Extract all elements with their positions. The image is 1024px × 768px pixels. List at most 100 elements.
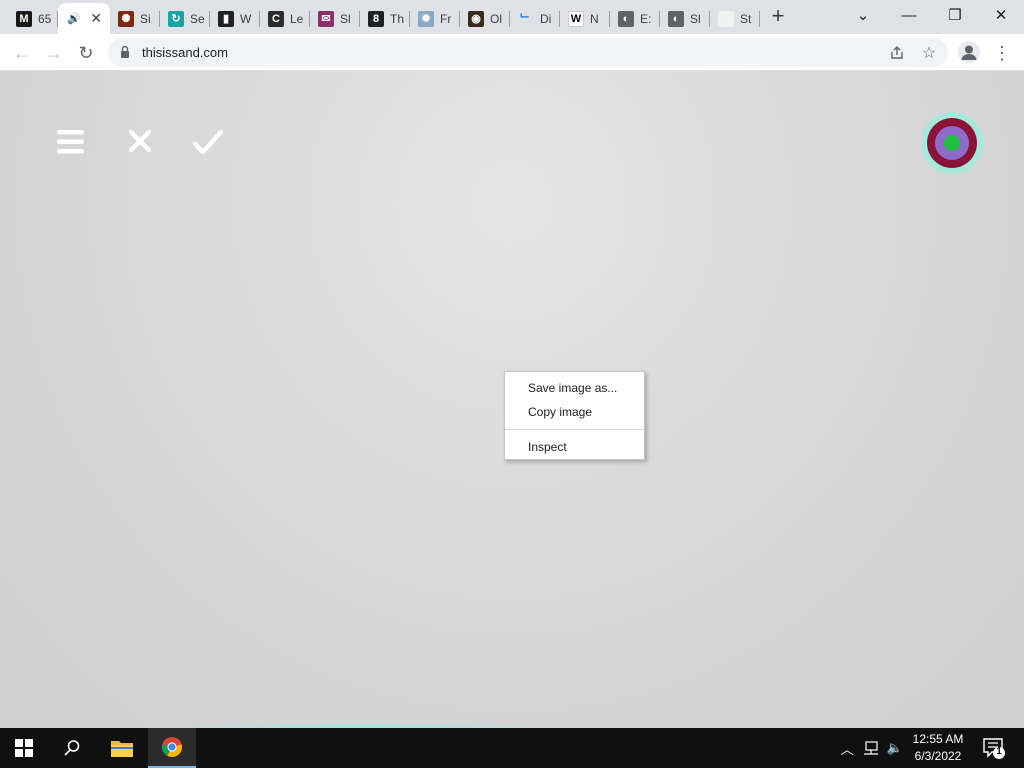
browser-tab[interactable]: M 65 bbox=[8, 3, 58, 34]
close-window-button[interactable]: ✕ bbox=[978, 0, 1024, 30]
chevron-down-icon: ⌄ bbox=[856, 7, 870, 24]
tab-title: N bbox=[590, 11, 599, 26]
taskbar: ︿ 🔈 12:55 AM 6/3/2022 1 bbox=[0, 728, 1024, 768]
context-separator bbox=[505, 429, 644, 430]
address-bar[interactable]: thisissand.com ☆ bbox=[108, 38, 948, 67]
reload-icon: ↻ bbox=[78, 42, 94, 63]
notification-count: 1 bbox=[996, 746, 1002, 757]
tab-title: W bbox=[240, 11, 252, 26]
browser-toolbar: ← → ↻ thisissand.com ☆ ⋮ bbox=[0, 34, 1024, 71]
network-icon bbox=[864, 741, 878, 755]
tab-favicon-icon: ✺ bbox=[118, 10, 134, 27]
tab-title: St bbox=[740, 11, 752, 26]
tab-search-button[interactable]: ⌄ bbox=[840, 0, 886, 30]
tab-favicon-icon: M bbox=[16, 10, 32, 27]
clock-date: 6/3/2022 bbox=[914, 749, 962, 763]
audio-playing-icon: 🔊 bbox=[67, 13, 81, 25]
context-menu: Save image as... Copy image Inspect bbox=[504, 371, 645, 460]
context-save-image[interactable]: Save image as... bbox=[505, 376, 644, 400]
browser-tab[interactable]: ◐ E: bbox=[610, 3, 660, 34]
reload-button[interactable]: ↻ bbox=[73, 40, 99, 66]
tab-favicon-icon: ◉ bbox=[468, 10, 484, 27]
arrow-left-icon: ← bbox=[13, 42, 31, 63]
browser-tab[interactable]: St bbox=[710, 3, 760, 34]
close-icon bbox=[128, 129, 152, 153]
close-tab-icon[interactable]: ✕ bbox=[90, 10, 102, 27]
profile-button[interactable] bbox=[958, 41, 980, 63]
context-inspect[interactable]: Inspect bbox=[505, 435, 644, 459]
share-icon bbox=[891, 46, 903, 59]
clear-button[interactable] bbox=[122, 124, 158, 160]
network-button[interactable] bbox=[861, 738, 881, 758]
tab-favicon-icon: ◐ bbox=[668, 10, 684, 27]
windows-icon bbox=[15, 739, 33, 757]
browser-tab[interactable]: ◐ Sl bbox=[660, 3, 710, 34]
start-button[interactable] bbox=[0, 728, 48, 768]
tab-favicon-icon: ﹂ bbox=[518, 10, 534, 27]
search-icon bbox=[64, 740, 80, 756]
arrow-right-icon: → bbox=[45, 42, 63, 63]
star-icon: ☆ bbox=[921, 45, 937, 62]
tab-title: E: bbox=[640, 11, 652, 26]
browser-tab[interactable]: ✉ Sl bbox=[310, 3, 360, 34]
tab-list: M 65 🔊 ✕ ✺ Si ↻ Se ▮ W C Le ✉ Sl 8 Th ✹ Fr ◉ Ol ﹂ Di W N ◐ E: ◐ Sl S… bbox=[8, 3, 760, 34]
tab-title: Le bbox=[290, 11, 304, 26]
tab-favicon-icon: ◐ bbox=[618, 10, 634, 27]
tab-favicon-icon bbox=[718, 10, 734, 27]
browser-tab[interactable]: WN bbox=[560, 3, 610, 34]
browser-tab[interactable]: ✹ Fr bbox=[410, 3, 460, 34]
tab-strip: M 65 🔊 ✕ ✺ Si ↻ Se ▮ W C Le ✉ Sl 8 Th ✹ Fr ◉ Ol ﹂ Di W N ◐ E: ◐ Sl S… bbox=[0, 0, 1024, 34]
share-button[interactable] bbox=[886, 42, 908, 64]
tab-title: Di bbox=[540, 11, 552, 26]
color-picker-button[interactable] bbox=[920, 111, 984, 175]
tab-title: Se bbox=[190, 11, 205, 26]
back-button[interactable]: ← bbox=[9, 40, 35, 66]
tab-title: Si bbox=[140, 11, 151, 26]
tab-favicon-icon: 8 bbox=[368, 10, 384, 27]
new-tab-button[interactable]: + bbox=[766, 5, 790, 29]
context-copy-image[interactable]: Copy image bbox=[505, 400, 644, 424]
check-icon bbox=[192, 129, 224, 155]
chrome-icon bbox=[161, 737, 183, 758]
browser-tab[interactable]: 🔊 ✕ bbox=[58, 3, 110, 34]
restore-icon: ❐ bbox=[948, 7, 962, 24]
hamburger-icon bbox=[57, 130, 84, 154]
browser-tab[interactable]: ✺ Si bbox=[110, 3, 160, 34]
browser-tab[interactable]: ﹂ Di bbox=[510, 3, 560, 34]
forward-button[interactable]: → bbox=[41, 40, 67, 66]
system-clock[interactable]: 12:55 AM 6/3/2022 bbox=[906, 731, 970, 765]
lock-icon bbox=[121, 45, 129, 58]
sand-canvas[interactable]: Save image as... Copy image Inspect bbox=[0, 71, 1024, 728]
action-center-button[interactable]: 1 bbox=[982, 736, 1006, 760]
kebab-menu-icon: ⋮ bbox=[993, 42, 1011, 63]
bookmark-button[interactable]: ☆ bbox=[918, 42, 940, 64]
maximize-button[interactable]: ❐ bbox=[932, 0, 978, 30]
chrome-taskbar-button[interactable] bbox=[148, 728, 196, 768]
volume-button[interactable]: 🔈 bbox=[885, 738, 905, 758]
browser-tab[interactable]: ▮ W bbox=[210, 3, 260, 34]
url-text: thisissand.com bbox=[142, 45, 228, 60]
file-explorer-button[interactable] bbox=[98, 728, 146, 768]
browser-tab[interactable]: C Le bbox=[260, 3, 310, 34]
browser-tab[interactable]: 8 Th bbox=[360, 3, 410, 34]
color-target-icon bbox=[921, 112, 983, 174]
browser-tab[interactable]: ↻ Se bbox=[160, 3, 210, 34]
tab-title: 65 bbox=[38, 11, 52, 26]
confirm-button[interactable] bbox=[190, 124, 226, 160]
tab-title: Sl bbox=[690, 11, 701, 26]
tab-favicon-icon: W bbox=[568, 10, 584, 27]
speaker-icon: 🔈 bbox=[886, 740, 904, 755]
browser-menu-button[interactable]: ⋮ bbox=[993, 40, 1011, 66]
minimize-button[interactable]: — bbox=[886, 0, 932, 30]
tab-favicon-icon: ✹ bbox=[418, 10, 434, 27]
tab-title: Fr bbox=[440, 11, 452, 26]
clock-time: 12:55 AM bbox=[912, 732, 964, 746]
show-hidden-icons-button[interactable]: ︿ bbox=[837, 738, 857, 758]
app-menu-button[interactable] bbox=[52, 124, 88, 160]
minimize-icon: — bbox=[901, 6, 917, 24]
chevron-up-icon: ︿ bbox=[840, 741, 854, 757]
browser-tab[interactable]: ◉ Ol bbox=[460, 3, 510, 34]
close-icon: ✕ bbox=[994, 7, 1008, 24]
tab-favicon-icon: ▮ bbox=[218, 10, 234, 27]
search-button[interactable] bbox=[48, 728, 96, 768]
